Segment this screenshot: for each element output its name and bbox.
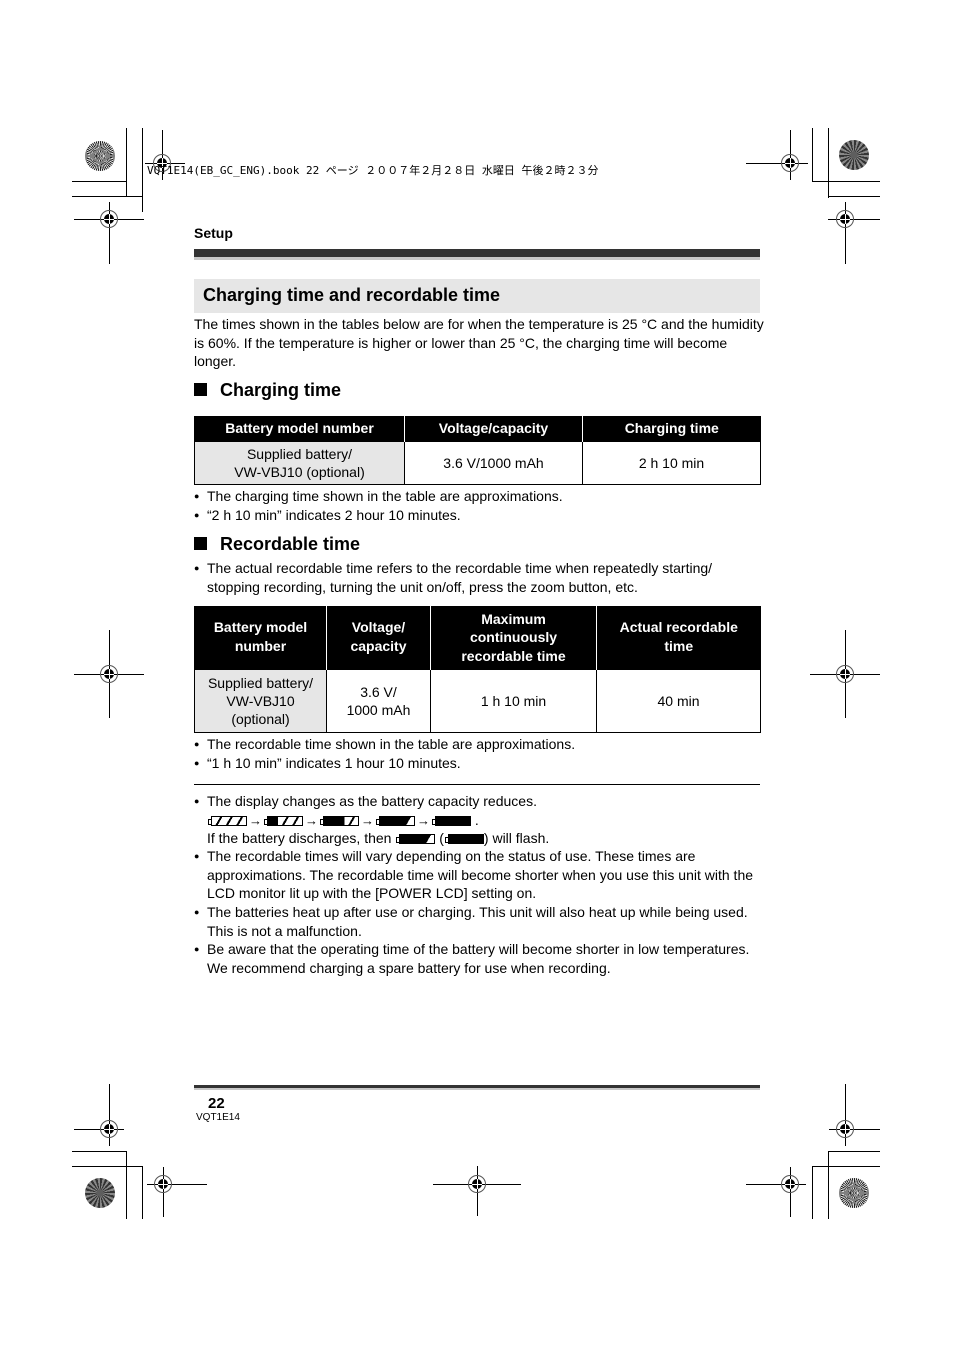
paren-open: (: [439, 829, 444, 846]
col-header: Maximum continuously recordable time: [430, 606, 597, 669]
recordable-note: The recordable time shown in the table a…: [194, 735, 764, 754]
table-row: Supplied battery/ VW-VBJ10 (optional) 3.…: [194, 668, 761, 733]
display-change-note: The display changes as the battery capac…: [194, 792, 764, 847]
discharge-prefix: If the battery discharges, then: [207, 829, 392, 846]
recordable-intro-note: The actual recordable time refers to the…: [194, 559, 764, 596]
battery-empty-icon: [432, 815, 471, 826]
document-code: VQT1E14: [196, 1112, 240, 1123]
square-bullet-icon: [194, 537, 207, 550]
header-line: continuously: [469, 629, 558, 645]
recordable-note: “1 h 10 min” indicates 1 hour 10 minutes…: [194, 754, 764, 773]
col-header: Voltage/ capacity: [326, 606, 431, 669]
square-bullet-icon: [194, 383, 207, 396]
header-line: number: [234, 638, 287, 655]
battery-model-cell: Supplied battery/ VW-VBJ10 (optional): [194, 668, 327, 733]
registration-mark-icon: [779, 1173, 801, 1195]
battery-3-bars-icon: [208, 815, 247, 826]
max-recordable-time-cell: 1 h 10 min: [430, 668, 597, 733]
header-divider-shadow: [194, 257, 760, 260]
col-header: Battery model number: [194, 416, 405, 441]
intro-paragraph: The times shown in the tables below are …: [194, 316, 764, 369]
heading-text: Charging time: [220, 380, 342, 400]
color-bar-rosette-icon: [85, 141, 115, 171]
registration-mark-icon: [834, 1118, 856, 1140]
charging-note: The charging time shown in the table are…: [194, 487, 764, 506]
color-bar-rosette-icon: [85, 1178, 115, 1208]
arrow-icon: →: [361, 812, 374, 828]
header-line: Maximum: [481, 610, 546, 627]
color-bar-rosette-icon: [839, 140, 869, 170]
charging-time-cell: 2 h 10 min: [582, 440, 761, 485]
registration-mark-icon: [834, 208, 856, 230]
charging-time-table: Battery model number Voltage/capacity Ch…: [194, 416, 761, 485]
header-line: recordable time: [461, 647, 566, 664]
general-note: The recordable times will vary depending…: [194, 847, 764, 903]
battery-1-bar-icon: [320, 815, 359, 826]
registration-mark-icon: [466, 1173, 488, 1195]
period: .: [474, 811, 479, 828]
header-line: Voltage/: [351, 619, 406, 636]
page-title: Charging time and recordable time: [203, 285, 501, 305]
table-row: Supplied battery/ VW-VBJ10 (optional) 3.…: [194, 440, 761, 485]
charging-time-heading: Charging time: [194, 380, 341, 401]
color-bar-rosette-icon: [839, 1178, 869, 1208]
cell-line: (optional): [231, 710, 290, 727]
table-header-row: Battery model number Voltage/ capacity M…: [194, 606, 761, 669]
header-line: Battery model: [213, 619, 308, 636]
registration-mark-icon: [152, 1173, 174, 1195]
col-header: Charging time: [582, 416, 761, 441]
battery-low-icon: [376, 815, 415, 826]
col-header: Voltage/capacity: [404, 416, 583, 441]
battery-level-sequence: → → → → .: [207, 811, 764, 829]
registration-mark-icon: [98, 208, 120, 230]
col-header: Battery model number: [194, 606, 327, 669]
arrow-icon: →: [249, 812, 262, 828]
battery-empty-icon: [444, 833, 484, 844]
recordable-time-table: Battery model number Voltage/ capacity M…: [194, 606, 761, 733]
battery-model-cell: Supplied battery/ VW-VBJ10 (optional): [194, 440, 405, 485]
general-note: Be aware that the operating time of the …: [194, 940, 764, 977]
table-header-row: Battery model number Voltage/capacity Ch…: [194, 416, 761, 441]
section-label: Setup: [194, 225, 233, 241]
print-header: VQT1E14(EB_GC_ENG).book 22 ページ ２００７年２月２８…: [147, 164, 599, 177]
note-text: The display changes as the battery capac…: [207, 793, 537, 809]
footer-divider-shadow: [194, 1088, 760, 1090]
col-header: Actual recordable time: [596, 606, 761, 669]
registration-mark-icon: [98, 1118, 120, 1140]
charging-note: “2 h 10 min” indicates 2 hour 10 minutes…: [194, 506, 764, 525]
general-note: The batteries heat up after use or charg…: [194, 903, 764, 940]
page-number: 22: [208, 1095, 225, 1112]
arrow-icon: →: [417, 812, 430, 828]
registration-mark-icon: [779, 152, 801, 174]
arrow-icon: →: [305, 812, 318, 828]
cell-line: 3.6 V/: [360, 683, 397, 700]
discharge-suffix: ) will flash.: [483, 829, 550, 846]
voltage-cell: 3.6 V/1000 mAh: [404, 440, 583, 485]
battery-low-icon: [396, 833, 436, 844]
registration-mark-icon: [834, 663, 856, 685]
voltage-cell: 3.6 V/ 1000 mAh: [326, 668, 431, 733]
header-line: time: [664, 638, 694, 655]
header-line: Actual recordable: [619, 619, 738, 636]
cell-line: VW-VBJ10: [226, 692, 295, 709]
heading-text: Recordable time: [220, 534, 361, 554]
header-divider: [194, 249, 760, 257]
discharge-line: If the battery discharges, then ( ) will …: [207, 829, 764, 848]
cell-line: 1000 mAh: [346, 701, 411, 718]
actual-recordable-time-cell: 40 min: [596, 668, 761, 733]
page-title-box: Charging time and recordable time: [194, 279, 760, 313]
cell-line: Supplied battery/: [246, 445, 353, 462]
header-line: capacity: [350, 638, 407, 655]
battery-2-bars-icon: [264, 815, 303, 826]
recordable-time-heading: Recordable time: [194, 534, 360, 555]
cell-line: VW-VBJ10 (optional): [234, 463, 365, 480]
cell-line: Supplied battery/: [207, 674, 314, 691]
registration-mark-icon: [98, 663, 120, 685]
section-divider: [194, 784, 760, 785]
